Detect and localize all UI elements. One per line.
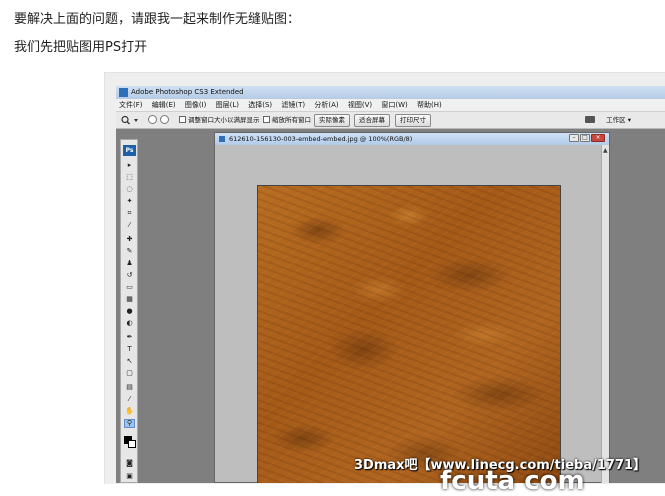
menu-filter[interactable]: 滤镜(T) — [281, 101, 305, 109]
resize-window-checkbox[interactable] — [179, 116, 186, 123]
minimize-icon[interactable]: – — [569, 134, 579, 142]
print-size-button[interactable]: 打印尺寸 — [395, 114, 431, 127]
options-bar: 调整窗口大小以满屏显示 缩放所有窗口 实际像素 适合屏幕 打印尺寸 工作区 ▾ — [116, 111, 665, 129]
ps-logo-icon — [119, 88, 128, 97]
menu-layer[interactable]: 图层(L) — [216, 101, 239, 109]
move-tool-icon[interactable]: ▸ — [125, 162, 134, 169]
pen-tool-icon[interactable]: ✒ — [125, 334, 134, 341]
hand-tool-icon[interactable]: ✋ — [125, 408, 134, 415]
zoom-in-icon[interactable] — [148, 115, 157, 124]
marquee-tool-icon[interactable]: ⬚ — [125, 174, 134, 181]
document-icon — [219, 136, 225, 142]
resize-window-label: 调整窗口大小以满屏显示 — [188, 116, 260, 124]
fit-screen-button[interactable]: 适合屏幕 — [354, 114, 390, 127]
document-titlebar: 612610-156130-003-embed-embed.jpg @ 100%… — [215, 133, 609, 145]
texture-grain — [258, 186, 560, 483]
screen-mode-icon[interactable]: ▣ — [125, 473, 134, 480]
dodge-tool-icon[interactable]: ◐ — [125, 320, 134, 327]
menu-select[interactable]: 选择(S) — [248, 101, 272, 109]
quick-mask-icon[interactable]: ◙ — [125, 460, 134, 467]
eyedropper-2-tool-icon[interactable]: ⁄ — [125, 396, 134, 403]
close-icon[interactable]: × — [591, 134, 605, 142]
notes-tool-icon[interactable]: ▤ — [125, 384, 134, 391]
leather-texture-image — [257, 185, 561, 483]
menu-view[interactable]: 视图(V) — [348, 101, 372, 109]
menu-window[interactable]: 窗口(W) — [381, 101, 407, 109]
document-window: 612610-156130-003-embed-embed.jpg @ 100%… — [214, 132, 610, 483]
type-tool-icon[interactable]: T — [125, 346, 134, 353]
photoshop-window: Adobe Photoshop CS3 Extended 文件(F) 编辑(E)… — [116, 86, 665, 483]
zoom-tool-icon[interactable]: ⚲ — [124, 419, 135, 428]
menu-bar: 文件(F) 编辑(E) 图像(I) 图层(L) 选择(S) 滤镜(T) 分析(A… — [116, 99, 665, 111]
path-select-tool-icon[interactable]: ↖ — [125, 358, 134, 365]
maximize-icon[interactable]: □ — [580, 134, 590, 142]
watermark-fragment: fcuta com — [440, 466, 585, 496]
eyedropper-tool-icon[interactable]: ⁄ — [125, 222, 134, 229]
actual-pixels-button[interactable]: 实际像素 — [314, 114, 350, 127]
magnifier-icon[interactable] — [120, 115, 140, 125]
background-color-swatch[interactable] — [128, 440, 136, 448]
eraser-tool-icon[interactable]: ▭ — [125, 284, 134, 291]
menu-file[interactable]: 文件(F) — [119, 101, 143, 109]
scroll-up-icon[interactable]: ▲ — [603, 147, 608, 154]
menu-analysis[interactable]: 分析(A) — [314, 101, 338, 109]
healing-brush-tool-icon[interactable]: ✚ — [125, 236, 134, 243]
toolbox: Ps ▸ ⬚ ◌ ✦ ⌗ ⁄ ✚ ✎ ♟ ↺ ▭ ▦ ● ◐ ✒ T ↖ ▢ ▤… — [120, 139, 138, 483]
article-line-2: 我们先把贴图用PS打开 — [14, 40, 148, 55]
shape-tool-icon[interactable]: ▢ — [125, 370, 134, 377]
menu-edit[interactable]: 编辑(E) — [152, 101, 176, 109]
clone-stamp-tool-icon[interactable]: ♟ — [125, 260, 134, 267]
camera-icon[interactable] — [585, 116, 595, 123]
article-line-1: 要解决上面的问题，请跟我一起来制作无缝贴图： — [14, 12, 301, 27]
history-brush-tool-icon[interactable]: ↺ — [125, 272, 134, 279]
vertical-scrollbar[interactable]: ▲ — [601, 145, 609, 483]
lasso-tool-icon[interactable]: ◌ — [125, 186, 134, 193]
magic-wand-tool-icon[interactable]: ✦ — [125, 198, 134, 205]
workspace-menu[interactable]: 工作区 ▾ — [606, 112, 631, 128]
crop-tool-icon[interactable]: ⌗ — [125, 210, 134, 217]
gradient-tool-icon[interactable]: ▦ — [125, 296, 134, 303]
toolbox-logo: Ps — [123, 145, 136, 156]
zoom-all-label: 缩放所有窗口 — [272, 116, 311, 124]
blur-tool-icon[interactable]: ● — [125, 308, 134, 315]
app-title: Adobe Photoshop CS3 Extended — [131, 88, 244, 96]
brush-tool-icon[interactable]: ✎ — [125, 248, 134, 255]
menu-image[interactable]: 图像(I) — [185, 101, 207, 109]
document-title: 612610-156130-003-embed-embed.jpg @ 100%… — [229, 135, 413, 143]
menu-help[interactable]: 帮助(H) — [417, 101, 442, 109]
app-titlebar: Adobe Photoshop CS3 Extended — [116, 86, 665, 99]
zoom-all-checkbox[interactable] — [263, 116, 270, 123]
zoom-out-icon[interactable] — [160, 115, 169, 124]
